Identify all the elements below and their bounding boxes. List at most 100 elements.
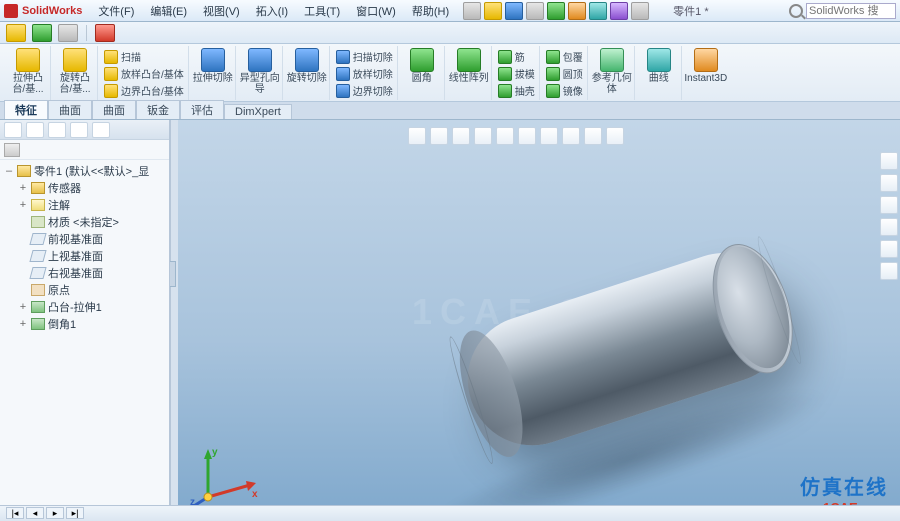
hole-wizard-button[interactable]: 异型孔向导	[240, 48, 280, 95]
plane-icon	[29, 250, 46, 262]
rebuild-icon[interactable]	[547, 2, 565, 20]
instant3d-button[interactable]: Instant3D	[686, 48, 726, 84]
document-title: 零件1 *	[673, 3, 708, 19]
tab-sheetmetal[interactable]: 钣金	[136, 100, 180, 119]
wrap-button[interactable]: 包覆	[544, 48, 585, 65]
design-library-tab-icon[interactable]	[880, 174, 898, 192]
view-orientation-icon[interactable]	[496, 127, 514, 145]
hide-show-icon[interactable]	[540, 127, 558, 145]
folder-icon	[31, 182, 45, 194]
menu-file[interactable]: 文件(F)	[92, 1, 140, 21]
pane-resize-handle[interactable]	[170, 261, 176, 287]
shell-button[interactable]: 抽壳	[496, 82, 537, 99]
appearance-quick-icon[interactable]	[95, 24, 115, 42]
tree-item-origin[interactable]: 原点	[4, 281, 167, 298]
previous-view-icon[interactable]	[452, 127, 470, 145]
tree-item-material[interactable]: 材质 <未指定>	[4, 213, 167, 230]
view-settings-icon[interactable]	[606, 127, 624, 145]
tree-item-front-plane[interactable]: 前视基准面	[4, 230, 167, 247]
tree-item-right-plane[interactable]: 右视基准面	[4, 264, 167, 281]
tree-root[interactable]: – 零件1 (默认<<默认>_显	[4, 162, 167, 179]
sweep-button[interactable]: 扫描	[102, 48, 186, 65]
smart-dim-icon[interactable]	[32, 24, 52, 42]
open-icon[interactable]	[484, 2, 502, 20]
edit-scene-icon[interactable]	[562, 127, 580, 145]
material-icon	[31, 216, 45, 228]
menu-window[interactable]: 窗口(W)	[350, 1, 402, 21]
feature-manager-tab-icon[interactable]	[4, 122, 22, 138]
property-manager-tab-icon[interactable]	[26, 122, 44, 138]
filter-icon[interactable]	[4, 143, 20, 157]
svg-text:x: x	[252, 489, 258, 500]
tree-item-annotations[interactable]: +注解	[4, 196, 167, 213]
tab-dimxpert[interactable]: DimXpert	[224, 104, 292, 119]
sweep-cut-button[interactable]: 扫描切除	[334, 48, 395, 65]
zoom-fit-icon[interactable]	[408, 127, 426, 145]
menu-help[interactable]: 帮助(H)	[406, 1, 455, 21]
tree-item-sensors[interactable]: +传感器	[4, 179, 167, 196]
display-manager-tab-icon[interactable]	[92, 122, 110, 138]
dome-button[interactable]: 圆顶	[544, 65, 585, 82]
extrude-boss-button[interactable]: 拉伸凸台/基...	[8, 48, 48, 95]
menu-edit[interactable]: 编辑(E)	[144, 1, 193, 21]
boundary-cut-button[interactable]: 边界切除	[334, 82, 395, 99]
feature-tree: – 零件1 (默认<<默认>_显 +传感器 +注解 材质 <未指定> 前视基准面…	[0, 160, 169, 334]
options-icon[interactable]	[568, 2, 586, 20]
tab-surfaces2[interactable]: 曲面	[92, 100, 136, 119]
pager-prev-icon[interactable]: ◂	[26, 507, 44, 519]
tree-root-label: 零件1 (默认<<默认>_显	[34, 163, 149, 179]
linear-pattern-button[interactable]: 线性阵列	[449, 48, 489, 84]
curves-button[interactable]: 曲线	[639, 48, 679, 84]
select-icon[interactable]	[610, 2, 628, 20]
fillet-button[interactable]: 圆角	[402, 48, 442, 84]
loft-cut-button[interactable]: 放样切除	[334, 65, 395, 82]
tab-features[interactable]: 特征	[4, 100, 48, 119]
resources-tab-icon[interactable]	[880, 152, 898, 170]
revolve-cut-button[interactable]: 旋转切除	[287, 48, 327, 84]
menu-tools[interactable]: 工具(T)	[298, 1, 346, 21]
apply-appearance-icon[interactable]	[584, 127, 602, 145]
loft-button[interactable]: 放样凸台/基体	[102, 65, 186, 82]
undo-icon[interactable]	[589, 2, 607, 20]
search-input[interactable]	[806, 3, 896, 19]
file-explorer-tab-icon[interactable]	[880, 196, 898, 214]
save-icon[interactable]	[505, 2, 523, 20]
boundary-button[interactable]: 边界凸台/基体	[102, 82, 186, 99]
pager-next-icon[interactable]: ▸	[46, 507, 64, 519]
tab-surfaces[interactable]: 曲面	[48, 100, 92, 119]
app-name: SolidWorks	[22, 5, 82, 17]
sketch-icon[interactable]	[6, 24, 26, 42]
ref-geometry-button[interactable]: 参考几何体	[592, 48, 632, 95]
section-view-icon[interactable]	[474, 127, 492, 145]
pager-last-icon[interactable]: ▸|	[66, 507, 84, 519]
rib-button[interactable]: 筋	[496, 48, 537, 65]
print-icon[interactable]	[526, 2, 544, 20]
custom-props-tab-icon[interactable]	[880, 262, 898, 280]
zoom-area-icon[interactable]	[430, 127, 448, 145]
view-triad[interactable]: y x z	[178, 427, 268, 517]
extrude-cut-button[interactable]: 拉伸切除	[193, 48, 233, 84]
appearances-tab-icon[interactable]	[880, 240, 898, 258]
view-palette-tab-icon[interactable]	[880, 218, 898, 236]
display-style-icon[interactable]	[518, 127, 536, 145]
plane-icon	[29, 267, 46, 279]
separator-icon	[86, 25, 87, 41]
tree-item-boss-extrude1[interactable]: +凸台-拉伸1	[4, 298, 167, 315]
more-icon[interactable]	[631, 2, 649, 20]
draft-button[interactable]: 拔模	[496, 65, 537, 82]
tab-evaluate[interactable]: 评估	[180, 100, 224, 119]
graphics-viewport[interactable]: 1CAE.COM y x z 仿真在线 www.1CAE.com	[178, 120, 900, 521]
revolve-boss-button[interactable]: 旋转凸台/基...	[55, 48, 95, 95]
dimxpert-manager-tab-icon[interactable]	[70, 122, 88, 138]
new-icon[interactable]	[463, 2, 481, 20]
tree-item-chamfer1[interactable]: +倒角1	[4, 315, 167, 332]
menu-view[interactable]: 视图(V)	[197, 1, 246, 21]
pager-first-icon[interactable]: |◂	[6, 507, 24, 519]
select-tool-icon[interactable]	[58, 24, 78, 42]
tree-item-top-plane[interactable]: 上视基准面	[4, 247, 167, 264]
configuration-manager-tab-icon[interactable]	[48, 122, 66, 138]
menu-insert[interactable]: 拓入(I)	[250, 1, 294, 21]
model-cylinder[interactable]	[404, 199, 852, 521]
mirror-button[interactable]: 镜像	[544, 82, 585, 99]
pane-splitter[interactable]	[170, 120, 178, 521]
